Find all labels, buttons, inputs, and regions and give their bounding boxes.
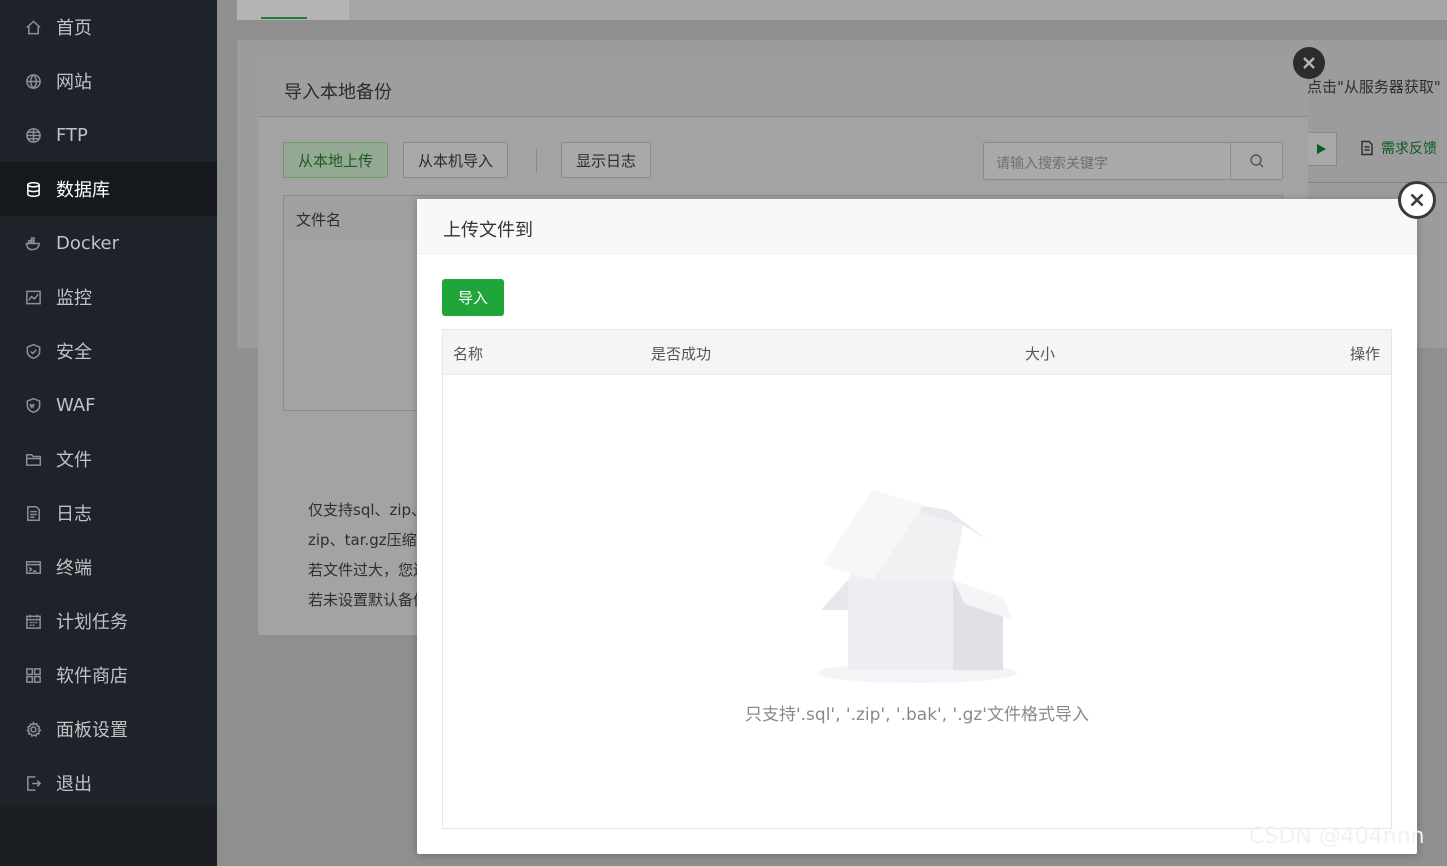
- sidebar-item-label: Docker: [56, 232, 120, 254]
- sidebar-item-label: 终端: [56, 558, 92, 579]
- import-local-button[interactable]: 从本机导入: [403, 142, 509, 178]
- monitor-icon: [24, 288, 42, 306]
- shield-icon: [24, 342, 42, 360]
- search-icon: [1249, 154, 1263, 168]
- sidebar-item-label: 软件商店: [56, 666, 128, 687]
- backup-dialog-close-button[interactable]: [1293, 47, 1325, 79]
- sidebar-item-files[interactable]: 文件: [0, 432, 217, 486]
- button-separator: [536, 149, 537, 173]
- table-header: 名称 是否成功 大小 操作: [443, 330, 1391, 375]
- column-action: 操作: [1350, 345, 1381, 363]
- sidebar-item-terminal[interactable]: 终端: [0, 540, 217, 594]
- sidebar-item-label: WAF: [56, 394, 96, 416]
- dialog-title: 上传文件到: [443, 220, 533, 241]
- docker-icon: [24, 234, 42, 252]
- dialog-header: 上传文件到: [417, 199, 1417, 254]
- sidebar-item-label: 安全: [56, 342, 92, 363]
- waf-shield-icon: [24, 396, 42, 414]
- sidebar-item-label: 监控: [56, 288, 92, 309]
- server-fetch-hint: 点击"从服务器获取": [1307, 78, 1441, 96]
- dialog-header: 导入本地备份: [258, 61, 1308, 117]
- close-icon: [1410, 193, 1424, 207]
- sidebar-item-home[interactable]: 首页: [0, 0, 217, 54]
- watermark: CSDN @404nnn: [1249, 824, 1425, 849]
- search-button[interactable]: [1230, 143, 1282, 179]
- sidebar-item-ftp[interactable]: FTP: [0, 108, 217, 162]
- play-button[interactable]: [1305, 132, 1337, 166]
- search-placeholder: 请输入搜索关键字: [996, 156, 1108, 172]
- sidebar-item-label: 数据库: [56, 180, 110, 201]
- database-icon: [24, 180, 42, 198]
- empty-box-icon: [817, 490, 1017, 683]
- upload-dialog-close-button[interactable]: [1398, 181, 1436, 219]
- help-notes: 仅支持sql、zip、 zip、tar.gz压缩包 若文件过大，您还 若未设置默…: [288, 495, 438, 615]
- sidebar-item-label: FTP: [56, 124, 88, 146]
- ftp-globe-icon: [24, 126, 42, 144]
- sidebar-nav: 首页 网站 FTP 数据库 Docker 监控 安全 WAF 文件 日志 终端 …: [0, 0, 217, 806]
- sidebar-item-website[interactable]: 网站: [0, 54, 217, 108]
- sidebar: 首页 网站 FTP 数据库 Docker 监控 安全 WAF 文件 日志 终端 …: [0, 0, 217, 866]
- sidebar-item-store[interactable]: 软件商店: [0, 648, 217, 702]
- close-icon: [1303, 57, 1315, 69]
- sidebar-item-logs[interactable]: 日志: [0, 486, 217, 540]
- upload-dialog: 上传文件到 导入 名称 是否成功 大小 操作 只支持'.sql', '.zip'…: [417, 199, 1417, 854]
- top-tab-indicator: [261, 17, 307, 19]
- sidebar-item-label: 网站: [56, 72, 92, 93]
- upload-file-table: 名称 是否成功 大小 操作 只支持'.sql', '.zip', '.bak',…: [442, 329, 1392, 829]
- show-log-button[interactable]: 显示日志: [561, 142, 652, 178]
- sidebar-item-docker[interactable]: Docker: [0, 216, 217, 270]
- globe-icon: [24, 72, 42, 90]
- sidebar-item-security[interactable]: 安全: [0, 324, 217, 378]
- grid-icon: [24, 666, 42, 684]
- terminal-icon: [24, 558, 42, 576]
- column-name: 名称: [453, 345, 484, 363]
- sidebar-item-label: 首页: [56, 18, 92, 39]
- feedback-link[interactable]: 需求反馈: [1359, 138, 1437, 158]
- sidebar-item-database[interactable]: 数据库: [0, 162, 217, 216]
- note-icon: [1361, 140, 1373, 156]
- import-button[interactable]: 导入: [442, 279, 504, 316]
- top-tab-bar: [237, 0, 1447, 20]
- log-icon: [24, 504, 42, 522]
- dialog-title: 导入本地备份: [284, 82, 392, 103]
- play-icon: [1317, 144, 1326, 154]
- folder-icon: [24, 450, 42, 468]
- sidebar-item-monitor[interactable]: 监控: [0, 270, 217, 324]
- sidebar-item-cron[interactable]: 计划任务: [0, 594, 217, 648]
- sidebar-item-settings[interactable]: 面板设置: [0, 702, 217, 756]
- gear-icon: [24, 720, 42, 738]
- sidebar-item-label: 计划任务: [56, 612, 128, 633]
- search-input[interactable]: 请输入搜索关键字: [983, 142, 1283, 180]
- sidebar-item-label: 面板设置: [56, 720, 128, 741]
- calendar-icon: [24, 612, 42, 630]
- logout-icon: [24, 774, 42, 792]
- sidebar-item-logout[interactable]: 退出: [0, 756, 217, 810]
- sidebar-item-label: 退出: [56, 774, 92, 795]
- upload-local-button[interactable]: 从本地上传: [283, 142, 389, 178]
- empty-state-text: 只支持'.sql', '.zip', '.bak', '.gz'文件格式导入: [744, 705, 1089, 725]
- sidebar-item-waf[interactable]: WAF: [0, 378, 217, 432]
- feedback-label: 需求反馈: [1381, 141, 1437, 157]
- column-size: 大小: [1025, 345, 1056, 363]
- column-success: 是否成功: [651, 345, 712, 363]
- sidebar-item-label: 日志: [56, 504, 92, 525]
- column-filename: 文件名: [296, 211, 342, 229]
- sidebar-item-label: 文件: [56, 450, 92, 471]
- home-icon: [24, 18, 42, 36]
